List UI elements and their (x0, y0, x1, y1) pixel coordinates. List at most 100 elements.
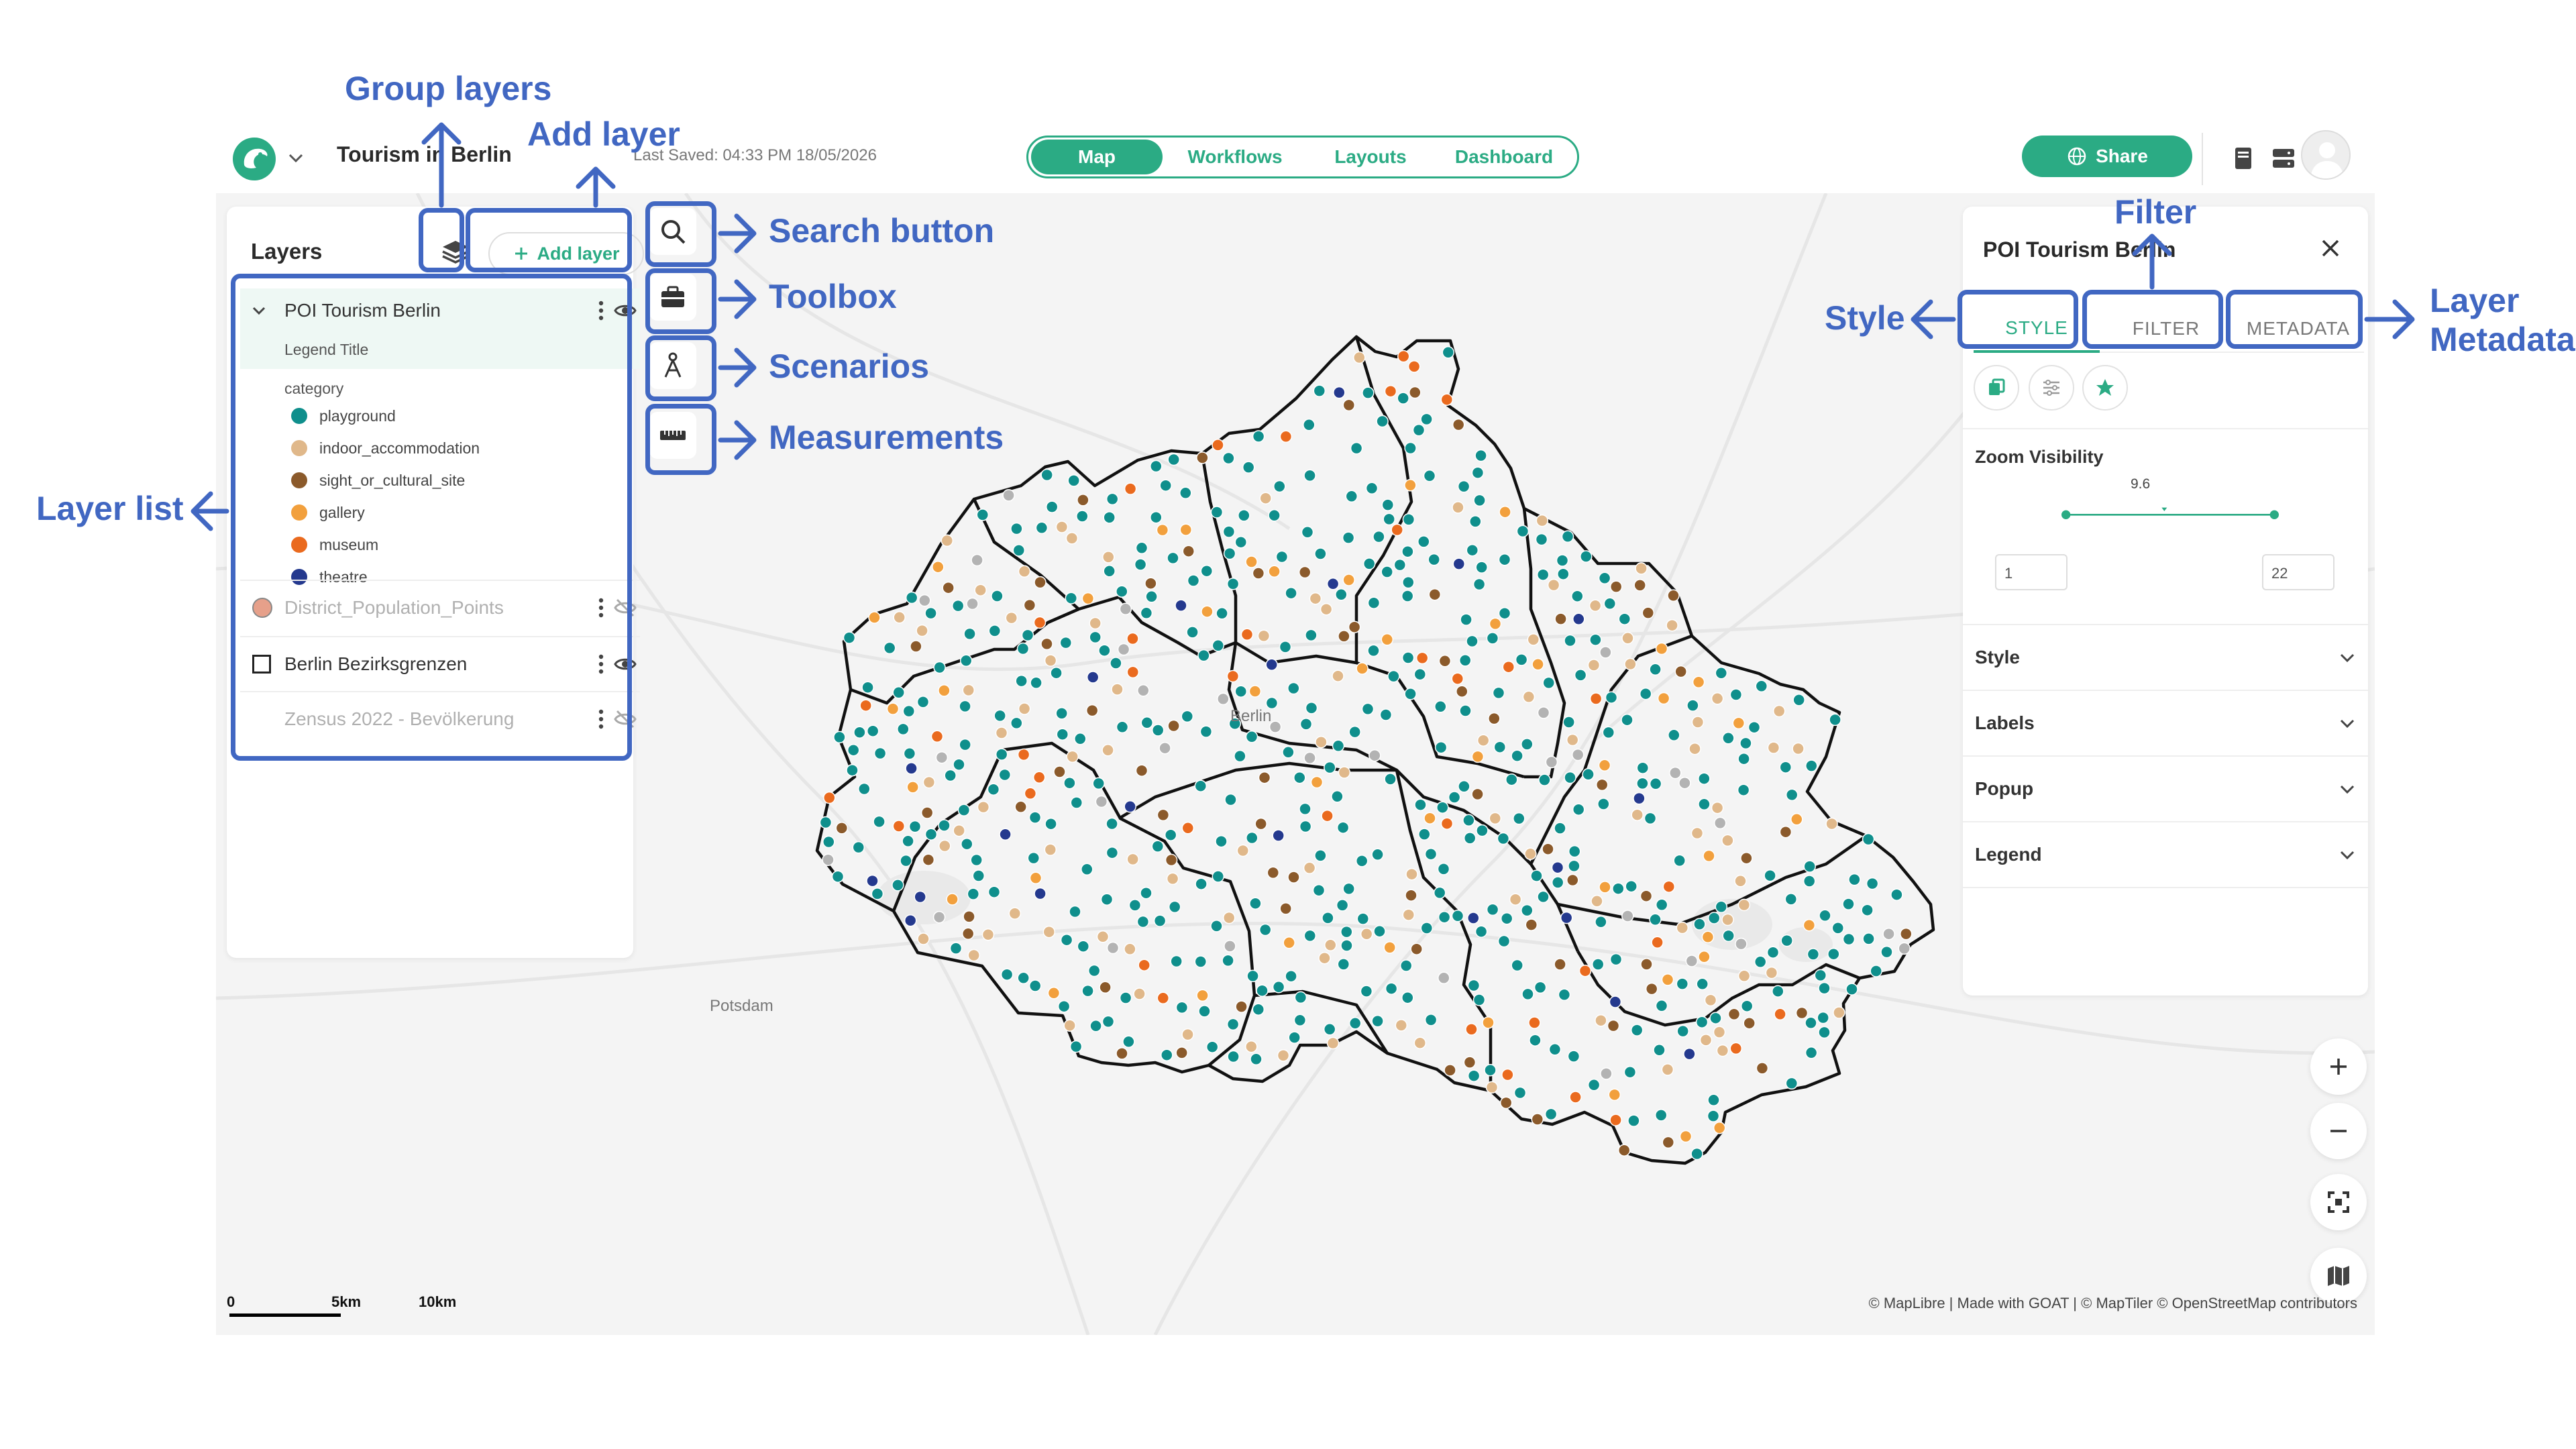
poi-point (1599, 646, 1612, 659)
poi-point (1727, 1008, 1741, 1021)
poi-point (1531, 1113, 1544, 1126)
style-settings-button[interactable] (2029, 365, 2074, 411)
poi-point (1133, 987, 1146, 1000)
tab-map[interactable]: Map (1031, 140, 1163, 174)
poi-point (1754, 955, 1767, 969)
poi-point (1333, 386, 1346, 399)
tab-layouts[interactable]: Layouts (1307, 140, 1434, 174)
poi-point (1181, 1028, 1194, 1041)
poi-point (1360, 985, 1373, 998)
poi-point (1023, 598, 1036, 612)
poi-point (1477, 734, 1490, 747)
zoom-min-input[interactable]: 1 (1995, 554, 2068, 590)
poi-point (1089, 1020, 1102, 1032)
poi-point (1279, 902, 1292, 915)
poi-point (1116, 585, 1128, 598)
poi-point (1644, 812, 1657, 825)
favorite-style-button[interactable] (2082, 365, 2128, 411)
poi-point (949, 942, 963, 955)
zoom-max-input[interactable]: 22 (2262, 554, 2334, 590)
poi-point (1254, 817, 1267, 830)
poi-point (1598, 759, 1611, 772)
poi-point (1348, 621, 1361, 633)
poi-point (1722, 732, 1735, 745)
poi-point (1356, 662, 1368, 675)
chevron-down-icon[interactable] (284, 146, 307, 169)
poi-point (1285, 969, 1297, 983)
storage-icon[interactable] (2269, 144, 2298, 173)
poi-point (976, 508, 989, 521)
poi-point (1522, 690, 1536, 704)
poi-point (1713, 816, 1727, 830)
poi-point (951, 599, 965, 612)
poi-point (1144, 577, 1157, 590)
poi-point (1458, 654, 1472, 667)
poi-point (1106, 492, 1119, 506)
poi-point (1179, 523, 1193, 536)
poi-point (1197, 649, 1210, 662)
close-icon[interactable] (2317, 235, 2344, 262)
poi-point (1074, 733, 1087, 745)
poi-point (971, 553, 983, 567)
poi-point (1729, 688, 1743, 701)
poi-point (1880, 945, 1893, 959)
poi-point (1217, 692, 1230, 706)
poi-point (1595, 778, 1609, 792)
fullscreen-button[interactable] (2310, 1174, 2367, 1230)
poi-point (1609, 1114, 1622, 1126)
poi-point (1402, 576, 1415, 589)
poi-point (1732, 716, 1746, 730)
poi-point (1126, 853, 1139, 866)
poi-point (1691, 716, 1705, 729)
tab-dashboard[interactable]: Dashboard (1434, 140, 1574, 174)
poi-point (1711, 692, 1724, 705)
poi-point (1463, 832, 1477, 845)
poi-point (987, 885, 1001, 898)
poi-point (1898, 942, 1911, 955)
poi-point (1067, 474, 1080, 487)
poi-point (902, 835, 914, 848)
poi-point (1571, 590, 1584, 602)
section-labels[interactable]: Labels (1963, 691, 2368, 755)
poi-point (957, 804, 971, 816)
section-legend[interactable]: Legend (1963, 822, 2368, 887)
poi-point (1779, 825, 1792, 839)
avatar[interactable] (2301, 130, 2351, 180)
project-title[interactable]: Tourism in Berlin (337, 142, 512, 167)
poi-point (1299, 718, 1313, 731)
poi-point (871, 888, 884, 900)
poi-point (1448, 791, 1461, 804)
book-icon[interactable] (2229, 144, 2258, 173)
poi-point (1649, 913, 1662, 926)
poi-point (1607, 1019, 1620, 1032)
poi-point (1303, 419, 1316, 431)
zoom-in-button[interactable] (2310, 1038, 2367, 1095)
poi-point (1524, 847, 1537, 861)
annotation-box-scenarios (645, 335, 716, 401)
poi-point (1535, 533, 1548, 546)
poi-point (1467, 1069, 1481, 1082)
copy-style-button[interactable] (1974, 365, 2019, 411)
poi-point (1287, 871, 1300, 883)
poi-point (1676, 1024, 1689, 1038)
poi-point (1673, 854, 1686, 867)
tab-workflows[interactable]: Workflows (1163, 140, 1307, 174)
poi-point (866, 874, 879, 888)
poi-point (1059, 636, 1073, 649)
poi-point (1318, 951, 1331, 965)
section-popup[interactable]: Popup (1963, 757, 2368, 821)
poi-point (846, 763, 859, 777)
share-button[interactable]: Share (2022, 136, 2192, 177)
zoom-out-button[interactable] (2310, 1103, 2367, 1159)
poi-point (1463, 1056, 1477, 1069)
poi-point (1459, 704, 1472, 717)
poi-point (1627, 1114, 1640, 1127)
zoom-range-slider[interactable] (2007, 506, 2333, 519)
map-attribution[interactable]: © MapLibre | Made with GOAT | © MapTiler… (1869, 1295, 2357, 1312)
section-style[interactable]: Style (1963, 625, 2368, 690)
goat-logo-icon[interactable] (231, 136, 278, 182)
poi-point (1324, 761, 1336, 774)
poi-point (1772, 704, 1786, 718)
poi-point (1566, 733, 1579, 747)
poi-point (1493, 741, 1507, 753)
